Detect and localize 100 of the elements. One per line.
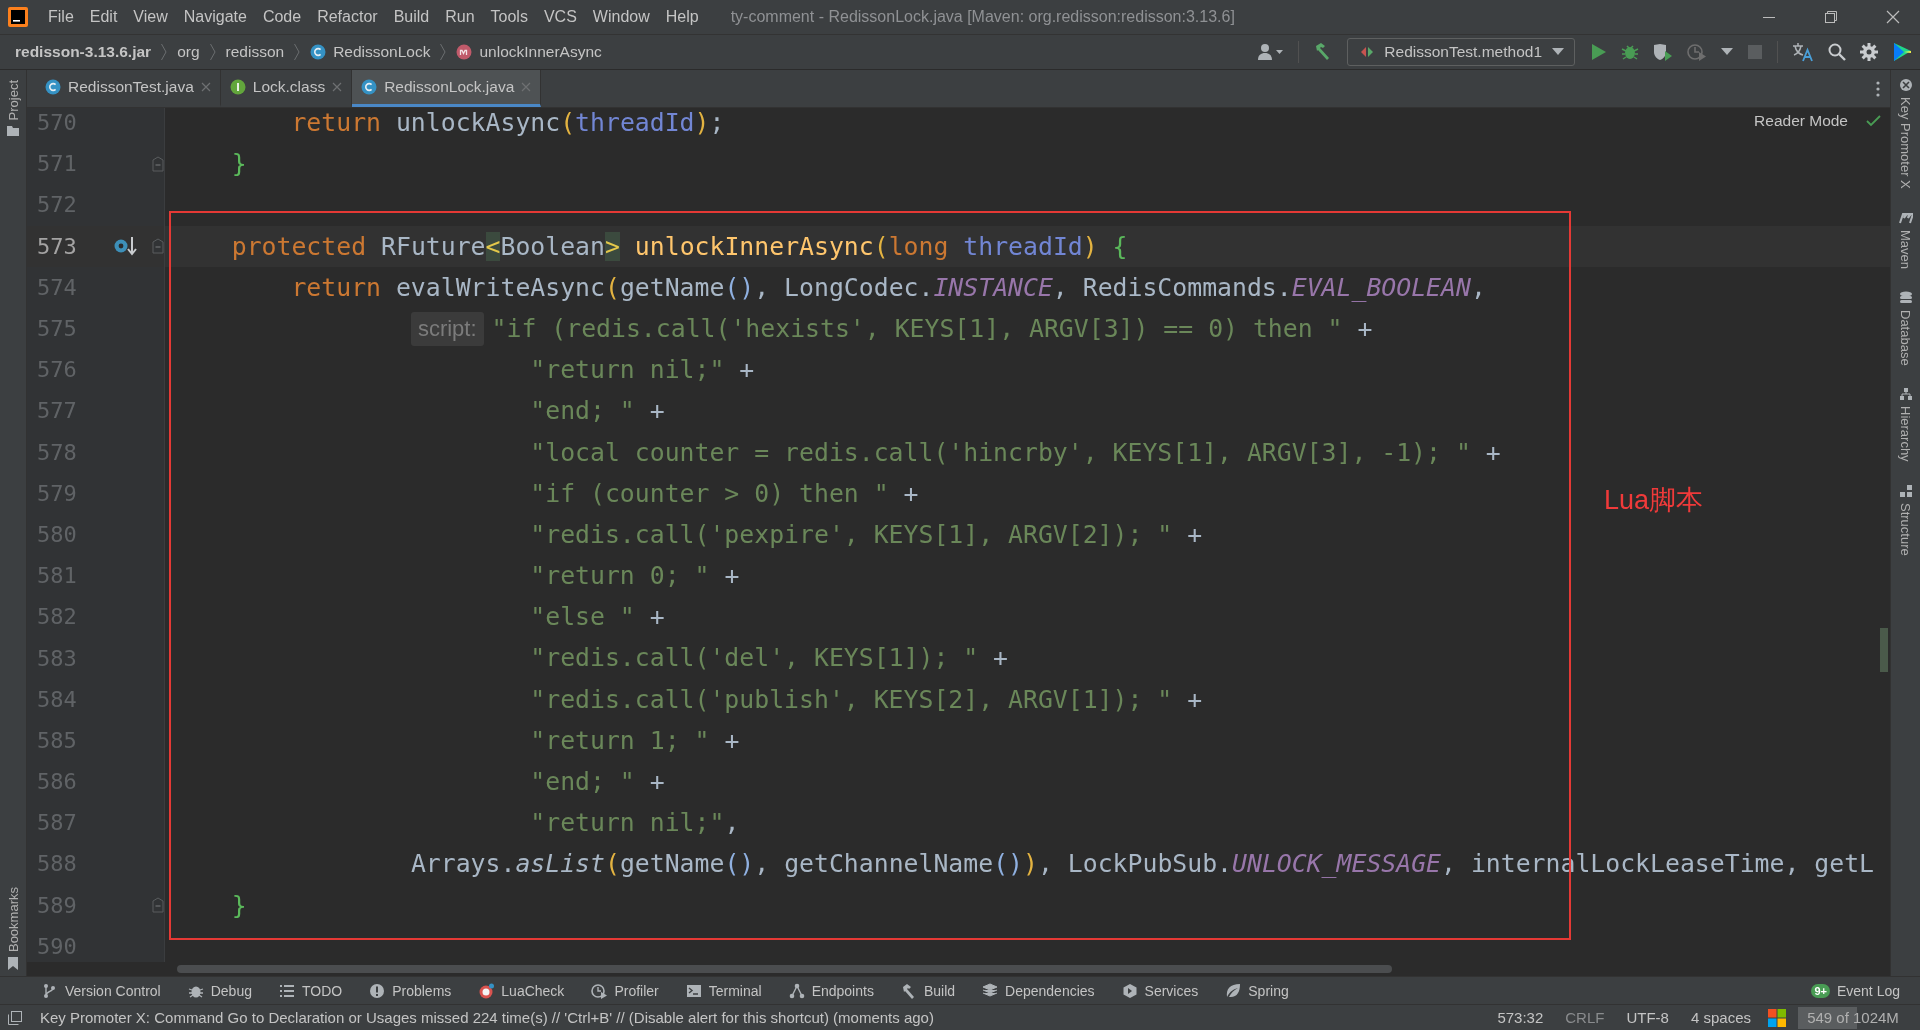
tool-window-tab[interactable]: Database [1898,309,1913,366]
menu-item[interactable]: Code [254,8,310,26]
code-line: "end; " + [530,395,665,428]
code-line: "return 1; " + [530,724,740,757]
translate-icon[interactable] [1792,42,1814,62]
breadcrumb[interactable]: redisson-3.13.6.jar [15,43,152,61]
menu-item[interactable]: Navigate [175,8,255,26]
code-line: "return nil;", [530,807,740,840]
window-title: ty-comment - RedissonLock.java [Maven: org.redisson:redisson:3.13.6] [730,8,1235,26]
vcs-icon [42,982,58,999]
editor-tab[interactable]: RedissonTest.java [36,70,221,107]
code-line: "else " + [530,601,665,634]
close-icon[interactable] [1886,10,1900,24]
caret-icon[interactable] [1721,48,1733,56]
code-line: return evalWriteAsync(getName(), LongCodec.INSTANCE, RedisCommands.EVAL_BOOLEAN, [291,271,1486,304]
hierarchy-icon [1898,387,1913,402]
menu-item[interactable]: Tools [482,8,536,26]
tool-window-button[interactable]: TODO [302,982,343,999]
line-number: 573 [35,233,77,259]
method-icon [456,44,473,60]
file-encoding[interactable]: UTF-8 [1621,1009,1674,1026]
code-line: "return 0; " + [530,560,740,593]
tool-window-tab[interactable]: Project [5,80,21,121]
code-line: "return nil;" + [530,354,755,387]
terminal-icon [685,982,702,999]
dependencies-icon [982,982,999,999]
tool-window-tab[interactable]: Hierarchy [1898,406,1913,463]
tool-window-tab[interactable]: Key Promoter X [1898,97,1913,189]
maven-icon [1898,210,1913,225]
tool-window-button[interactable]: Problems [392,982,452,999]
code-line: "redis.call('publish', KEYS[2], ARGV[1]); " + [530,683,1203,716]
folder-icon [7,125,19,137]
tool-window-button[interactable]: Services [1144,982,1199,999]
menu-item[interactable]: File [40,8,82,26]
tool-window-button[interactable]: Event Log [1836,982,1900,999]
tool-window-button[interactable]: Terminal [708,982,762,999]
breadcrumb[interactable]: unlockInnerAsync [479,43,602,61]
restore-icon[interactable] [1824,10,1838,24]
run-configuration-dropdown[interactable]: RedissonTest.method1 [1347,38,1575,66]
tool-window-tab[interactable]: Structure [1898,503,1913,556]
line-separator[interactable]: CRLF [1560,1009,1610,1026]
menu-item[interactable]: Run [437,8,483,26]
tool-window-button[interactable]: Version Control [65,982,161,999]
coverage-icon[interactable] [1653,43,1673,61]
tool-window-button[interactable]: Dependencies [1005,982,1095,999]
code-line: "if (redis.call('hexists', KEYS[1], ARGV[3]) == 0) then " + [491,312,1373,345]
tool-window-button[interactable]: Spring [1248,982,1289,999]
luacheck-icon [478,982,495,999]
override-icon[interactable] [114,235,139,258]
menu-item[interactable]: Build [385,8,438,26]
chevron-icon [208,43,217,61]
fold-marker-icon[interactable] [152,897,164,914]
code-line: } [231,889,247,922]
chevron-icon [293,43,302,61]
tool-window-tab[interactable]: Maven [1898,229,1913,269]
scrollbar-thumb[interactable] [177,965,1392,973]
reader-mode-toggle[interactable]: Reader Mode [1754,112,1848,130]
tool-window-button[interactable]: Debug [210,982,252,999]
todo-icon [279,982,295,999]
breadcrumb[interactable]: redisson [225,43,285,61]
search-icon[interactable] [1828,43,1846,61]
editor-tab[interactable]: RedissonLock.java [352,70,542,107]
menu-item[interactable]: VCS [535,8,585,26]
run-config-icon [1360,45,1375,59]
user-icon[interactable] [1258,43,1285,61]
tool-window-tab[interactable]: Bookmarks [5,886,21,952]
cursor-position[interactable]: 573:32 [1492,1009,1549,1026]
tool-window-button[interactable]: LuaCheck [501,982,565,999]
breadcrumb[interactable]: org [177,43,200,61]
menu-item[interactable]: Edit [81,8,126,26]
run-icon[interactable] [1589,43,1607,61]
settings-icon[interactable] [1860,43,1878,61]
tool-window-button[interactable]: Endpoints [811,982,874,999]
fold-marker-icon[interactable] [152,155,164,172]
four-squares-icon[interactable] [1768,1008,1786,1027]
spring-icon [1225,982,1242,999]
tool-window-button[interactable]: Profiler [614,982,659,999]
scrollbar-thumb[interactable] [1880,628,1888,672]
indent-setting[interactable]: 4 spaces [1685,1009,1756,1026]
plugin-logo-icon[interactable] [1892,42,1912,62]
menu-item[interactable]: Window [584,8,658,26]
chevron-icon [160,43,169,61]
checkmark-icon [1866,115,1882,127]
bookmark-icon [8,957,18,970]
profiler-icon [591,982,608,999]
endpoints-icon [788,982,805,999]
fold-marker-icon[interactable] [152,238,164,255]
breadcrumb[interactable]: RedissonLock [333,43,431,61]
more-icon[interactable] [1876,80,1880,97]
tool-window-button[interactable]: Build [923,982,956,999]
panel-toggle-icon[interactable] [8,1010,22,1025]
menu-item[interactable]: Help [657,8,707,26]
status-message: Key Promoter X: Command Go to Declaration or Usages missed 224 time(s) // 'Ctrl+B' // (Disable alert for this shortcut) (moments ago) [40,1009,934,1026]
menu-item[interactable]: Refactor [309,8,386,26]
structure-icon [1898,484,1913,499]
menu-item[interactable]: View [125,8,176,26]
code-line: "local counter = redis.call('hincrby', KEYS[1], ARGV[3], -1); " + [530,436,1501,469]
debug-icon[interactable] [1621,43,1639,61]
code-line: "end; " + [530,766,665,798]
class-icon [45,79,61,95]
